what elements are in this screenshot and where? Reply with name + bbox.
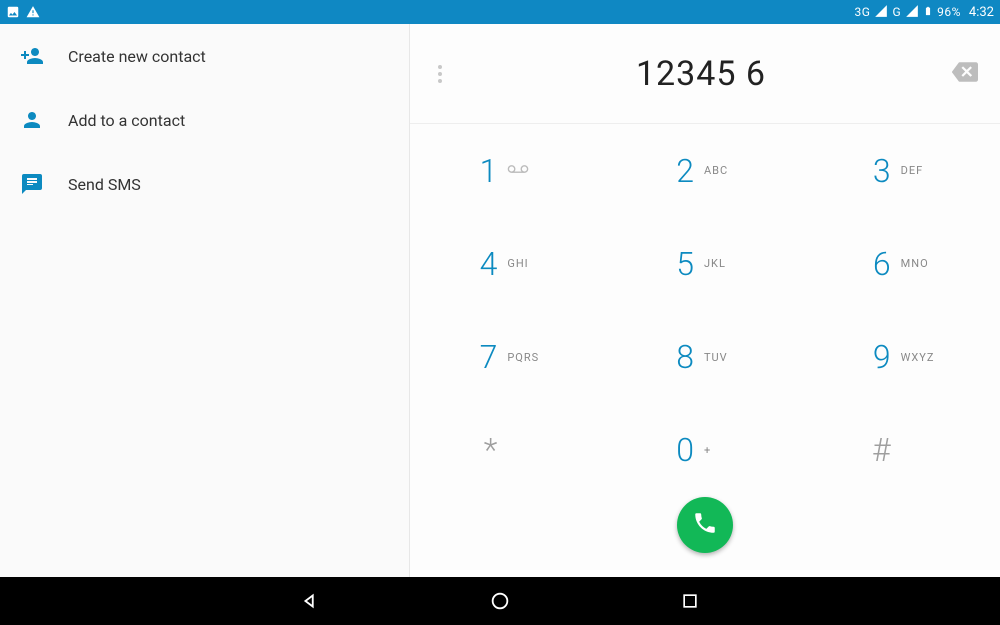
signal-icon-2: [905, 4, 919, 21]
keypad-key-8[interactable]: 8 TUV: [607, 311, 804, 404]
key-letters: DEF: [901, 164, 941, 177]
call-button[interactable]: [677, 497, 733, 553]
keypad-key-4[interactable]: 4 GHI: [410, 217, 607, 310]
home-button[interactable]: [485, 586, 515, 616]
signal-icon-1: [874, 4, 888, 21]
voicemail-icon: [507, 164, 547, 177]
key-digit: 2: [666, 152, 694, 190]
key-digit: 6: [863, 245, 891, 283]
keypad: 1 2 ABC 3 DEF 4 GHI 5: [410, 124, 1000, 497]
list-item-label: Add to a contact: [68, 111, 185, 130]
keypad-key-1[interactable]: 1: [410, 124, 607, 217]
list-item-label: Send SMS: [68, 175, 141, 194]
person-icon: [20, 108, 56, 132]
key-digit: 1: [469, 152, 497, 190]
keypad-key-star[interactable]: *: [410, 404, 607, 497]
key-digit: 0: [666, 431, 694, 469]
status-bar: 3G G 96% 4:32: [0, 0, 1000, 24]
key-letters: GHI: [507, 257, 547, 270]
entered-number: 12345 6: [450, 54, 952, 94]
battery-percent: 96%: [937, 5, 961, 19]
key-letters: ABC: [704, 164, 744, 177]
recent-apps-button[interactable]: [675, 586, 705, 616]
key-digit: 5: [666, 245, 694, 283]
key-digit: 9: [863, 338, 891, 376]
picture-icon: [6, 5, 20, 19]
nav-bar: [0, 577, 1000, 625]
overflow-menu-icon[interactable]: [430, 65, 450, 83]
dialer-panel: 12345 6 1 2 ABC 3 DEF: [410, 24, 1000, 577]
sms-icon: [20, 172, 56, 196]
add-person-icon: [20, 44, 56, 68]
keypad-key-5[interactable]: 5 JKL: [607, 217, 804, 310]
create-new-contact-item[interactable]: Create new contact: [0, 24, 409, 88]
key-letters: JKL: [704, 257, 744, 270]
keypad-key-2[interactable]: 2 ABC: [607, 124, 804, 217]
key-digit: 7: [469, 338, 497, 376]
key-digit: *: [469, 431, 497, 469]
back-button[interactable]: [295, 586, 325, 616]
clock-time: 4:32: [969, 5, 994, 20]
key-letters: +: [704, 444, 744, 457]
battery-icon: [923, 3, 933, 22]
send-sms-item[interactable]: Send SMS: [0, 152, 409, 216]
keypad-key-7[interactable]: 7 PQRS: [410, 311, 607, 404]
keypad-key-9[interactable]: 9 WXYZ: [803, 311, 1000, 404]
keypad-key-hash[interactable]: #: [803, 404, 1000, 497]
backspace-button[interactable]: [952, 59, 980, 89]
number-entry-row: 12345 6: [410, 24, 1000, 124]
key-digit: #: [863, 431, 891, 469]
key-digit: 4: [469, 245, 497, 283]
network-type-1: 3G: [855, 5, 871, 19]
phone-icon: [692, 510, 718, 540]
keypad-key-6[interactable]: 6 MNO: [803, 217, 1000, 310]
list-item-label: Create new contact: [68, 47, 206, 66]
key-letters: WXYZ: [901, 351, 941, 364]
alert-icon: [26, 5, 40, 19]
key-letters: PQRS: [507, 351, 547, 364]
key-letters: TUV: [704, 351, 744, 364]
key-letters: MNO: [901, 257, 941, 270]
add-to-contact-item[interactable]: Add to a contact: [0, 88, 409, 152]
keypad-key-3[interactable]: 3 DEF: [803, 124, 1000, 217]
keypad-key-0[interactable]: 0 +: [607, 404, 804, 497]
actions-panel: Create new contact Add to a contact Send…: [0, 24, 410, 577]
network-type-2: G: [892, 5, 901, 19]
key-digit: 3: [863, 152, 891, 190]
key-digit: 8: [666, 338, 694, 376]
